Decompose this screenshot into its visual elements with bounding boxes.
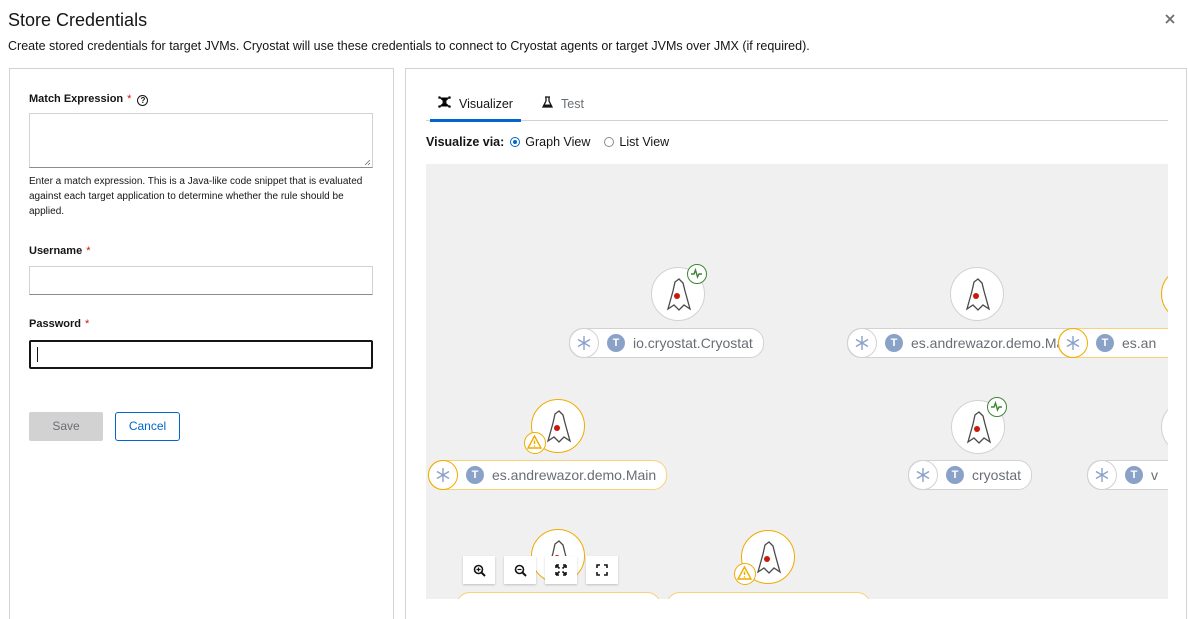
target-node[interactable] xyxy=(734,530,795,585)
tab-visualizer[interactable]: Visualizer xyxy=(430,89,521,122)
password-input[interactable] xyxy=(29,340,373,369)
node-name: es.andrewazor.demo.Main xyxy=(492,467,657,483)
password-label: Password * xyxy=(29,318,89,330)
target-badge: T xyxy=(946,466,964,484)
target-node[interactable] xyxy=(651,264,707,321)
username-label-text: Username xyxy=(29,245,83,257)
cancel-button[interactable]: Cancel xyxy=(115,412,180,441)
running-icon xyxy=(687,264,707,284)
match-expression-helper: Enter a match expression. This is a Java… xyxy=(29,176,363,217)
credentials-form: Match Expression *? Enter a match express… xyxy=(9,68,394,619)
password-label-text: Password xyxy=(29,318,81,330)
warning-icon xyxy=(524,432,546,454)
snowflake-icon xyxy=(428,460,458,490)
target-node-label[interactable] xyxy=(666,592,871,599)
required-mark: * xyxy=(86,245,91,257)
visualize-via: Visualize via: Graph View List View xyxy=(426,135,683,149)
help-icon[interactable]: ? xyxy=(137,95,149,106)
zoom-in-icon[interactable] xyxy=(463,556,495,584)
warning-icon xyxy=(734,563,756,585)
tab-test-label: Test xyxy=(561,97,584,111)
close-icon[interactable] xyxy=(1162,12,1178,28)
tab-bar: Visualizer Test xyxy=(426,89,1168,122)
topology-icon xyxy=(438,89,451,119)
target-node[interactable] xyxy=(950,267,1004,321)
snowflake-icon xyxy=(1058,328,1088,358)
target-badge: T xyxy=(885,334,903,352)
list-view-radio[interactable] xyxy=(604,137,615,147)
topology-graph[interactable]: T io.cryostat.Cryostat T es.andrewazor.d… xyxy=(426,164,1168,599)
target-node[interactable] xyxy=(951,397,1007,454)
node-name: es.andrewazor.demo.Main xyxy=(911,335,1076,351)
snowflake-icon xyxy=(908,460,938,490)
tab-visualizer-label: Visualizer xyxy=(459,97,513,111)
target-node-label[interactable]: T es.andrewazor.demo.Main xyxy=(428,460,668,490)
target-node[interactable] xyxy=(524,399,585,454)
java-duke-icon xyxy=(756,541,782,574)
required-mark: * xyxy=(127,93,132,105)
list-view-label[interactable]: List View xyxy=(619,135,669,149)
visualizer-panel: Visualizer Test Visualize via: Graph Vie… xyxy=(405,68,1187,619)
target-node-label[interactable]: T es.andrewazor.demo.Main xyxy=(847,328,1087,358)
match-expression-label: Match Expression *? xyxy=(29,93,149,106)
snowflake-icon xyxy=(569,328,599,358)
java-duke-icon xyxy=(666,278,692,311)
flask-icon xyxy=(541,89,554,119)
save-button[interactable]: Save xyxy=(29,412,103,441)
target-badge: T xyxy=(1096,334,1114,352)
required-mark: * xyxy=(84,318,90,330)
node-name: es.an xyxy=(1122,335,1157,351)
node-name: v xyxy=(1151,467,1158,483)
resize-grip-icon[interactable] xyxy=(364,159,371,166)
target-badge: T xyxy=(466,466,484,484)
running-icon xyxy=(987,397,1007,417)
zoom-out-icon[interactable] xyxy=(504,556,536,584)
snowflake-icon xyxy=(847,328,877,358)
username-input[interactable] xyxy=(29,266,373,295)
java-duke-icon xyxy=(965,278,991,311)
modal-title: Store Credentials xyxy=(8,10,148,30)
target-node[interactable] xyxy=(1161,267,1168,321)
visualize-via-label: Visualize via: xyxy=(426,135,505,149)
target-badge: T xyxy=(1125,466,1143,484)
target-node-label[interactable]: T es.an xyxy=(1058,328,1168,358)
java-duke-icon xyxy=(546,410,572,443)
target-node-label[interactable] xyxy=(456,592,661,599)
target-node-label[interactable]: T v xyxy=(1087,460,1168,490)
graph-controls xyxy=(463,556,627,584)
node-name: io.cryostat.Cryostat xyxy=(633,335,753,351)
modal-description: Create stored credentials for target JVM… xyxy=(8,39,810,53)
java-duke-icon xyxy=(966,411,992,444)
node-name: cryostat xyxy=(972,467,1022,483)
match-expression-label-text: Match Expression xyxy=(29,93,124,105)
graph-view-label[interactable]: Graph View xyxy=(525,135,590,149)
target-badge: T xyxy=(607,334,625,352)
reset-view-icon[interactable] xyxy=(586,556,618,584)
username-label: Username * xyxy=(29,245,90,257)
snowflake-icon xyxy=(1087,460,1117,490)
graph-view-radio[interactable] xyxy=(510,137,521,147)
text-caret xyxy=(37,347,38,362)
target-node-label[interactable]: T cryostat xyxy=(908,460,1033,490)
match-expression-input[interactable] xyxy=(29,113,373,168)
target-node[interactable] xyxy=(1161,400,1168,454)
target-node-label[interactable]: T io.cryostat.Cryostat xyxy=(569,328,764,358)
fit-to-screen-icon[interactable] xyxy=(545,556,577,584)
tab-test[interactable]: Test xyxy=(541,89,584,121)
